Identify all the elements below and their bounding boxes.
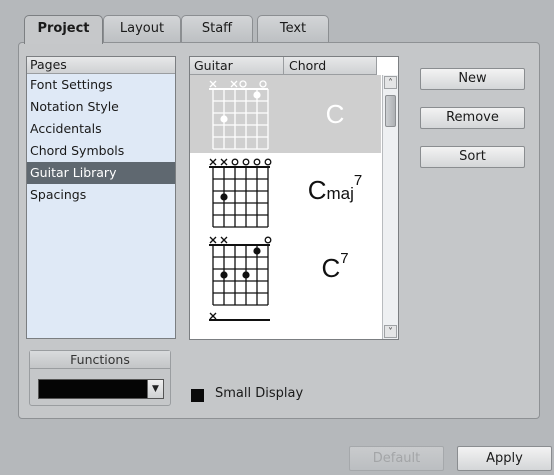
chord-root: C	[321, 253, 341, 283]
small-display-label[interactable]: Small Display	[215, 386, 303, 401]
vertical-scrollbar[interactable]: ˄ ˅	[382, 75, 398, 339]
chord-row[interactable]: Cmaj7	[190, 153, 381, 231]
remove-button[interactable]: Remove	[420, 107, 525, 129]
chord-root: C	[307, 175, 327, 205]
page-item-font-settings[interactable]: Font Settings	[27, 74, 175, 96]
new-button[interactable]: New	[420, 68, 525, 90]
page-item-notation-style[interactable]: Notation Style	[27, 96, 175, 118]
guitar-library-header: Guitar Chord	[190, 57, 377, 75]
guitar-chord-diagram	[209, 158, 272, 228]
chord-suffix: maj	[326, 184, 354, 203]
column-divider	[376, 57, 377, 74]
pages-list[interactable]: Pages Font Settings Notation Style Accid…	[26, 56, 176, 339]
sort-button[interactable]: Sort	[420, 146, 525, 168]
scroll-up-arrow-icon[interactable]: ˄	[384, 76, 397, 89]
tab-staff[interactable]: Staff	[181, 15, 253, 43]
tab-text[interactable]: Text	[257, 15, 329, 43]
chord-superscript: 7	[340, 250, 349, 268]
chord-root: C	[325, 99, 345, 129]
default-button[interactable]: Default	[349, 446, 444, 471]
column-header-chord[interactable]: Chord	[283, 57, 326, 74]
page-item-chord-symbols[interactable]: Chord Symbols	[27, 140, 175, 162]
apply-button[interactable]: Apply	[457, 446, 552, 471]
tab-layout[interactable]: Layout	[103, 15, 181, 43]
guitar-chord-diagram	[209, 236, 272, 321]
functions-group: Functions ▼	[29, 350, 171, 406]
small-display-checkbox[interactable]	[191, 389, 204, 402]
page-item-spacings[interactable]: Spacings	[27, 184, 175, 206]
chord-name: Cmaj7	[289, 172, 381, 206]
column-header-guitar[interactable]: Guitar	[194, 57, 233, 74]
guitar-library-list[interactable]: Guitar Chord C Cmaj7 C7 ˄ ˅	[189, 56, 399, 340]
scroll-thumb[interactable]	[385, 95, 396, 127]
chord-name: C	[289, 99, 381, 130]
dropdown-arrow-icon[interactable]: ▼	[147, 380, 163, 398]
page-item-guitar-library[interactable]: Guitar Library	[27, 162, 175, 184]
tab-project[interactable]: Project	[24, 15, 103, 44]
functions-select[interactable]: ▼	[38, 379, 164, 399]
page-item-accidentals[interactable]: Accidentals	[27, 118, 175, 140]
scroll-down-arrow-icon[interactable]: ˅	[384, 325, 397, 338]
chord-name: C7	[289, 250, 381, 284]
guitar-chord-diagram	[209, 80, 269, 150]
chord-row[interactable]: C7	[190, 231, 381, 339]
chord-superscript: 7	[353, 172, 363, 190]
pages-list-header: Pages	[27, 57, 175, 74]
chord-row[interactable]: C	[190, 75, 381, 153]
functions-title: Functions	[30, 351, 170, 369]
